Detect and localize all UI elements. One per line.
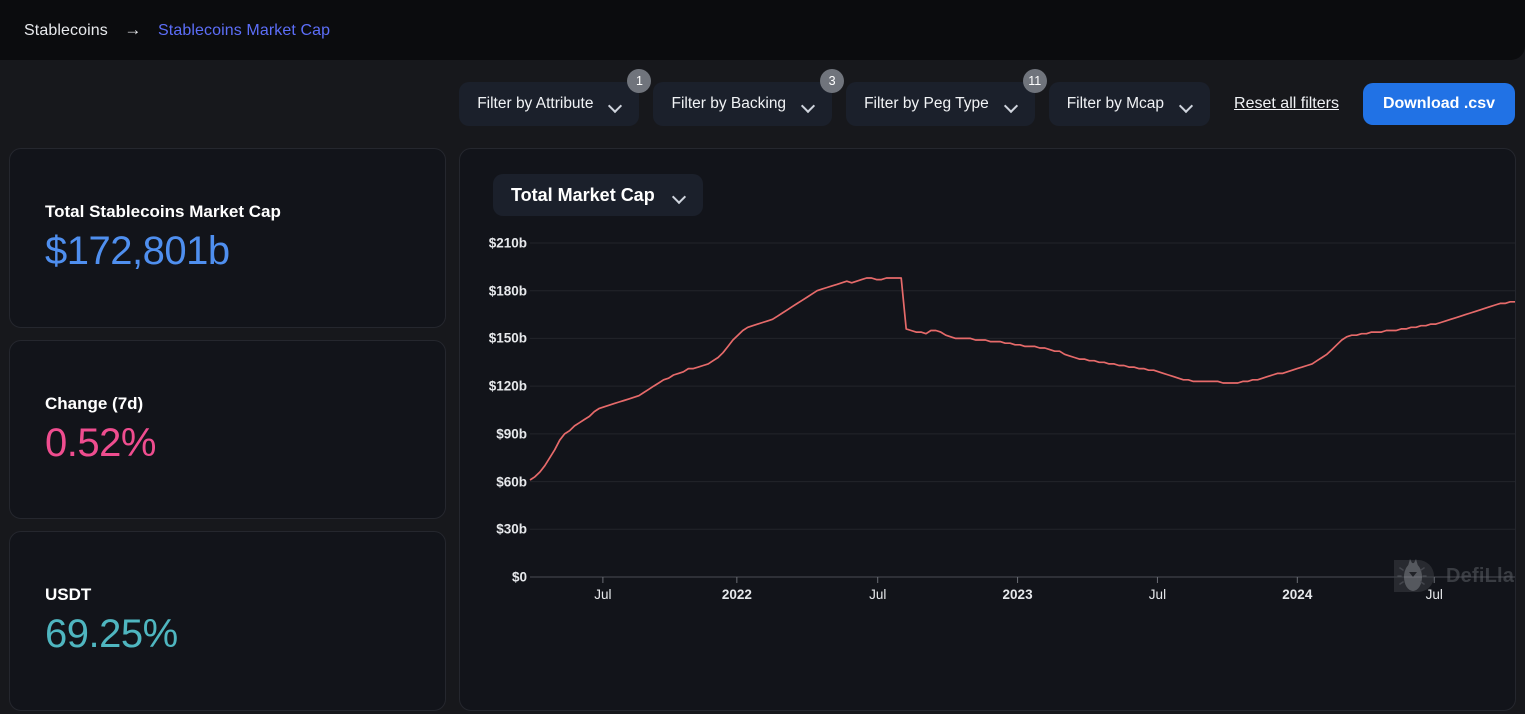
download-csv-button[interactable]: Download .csv [1362, 83, 1515, 125]
chevron-down-icon [1005, 101, 1017, 108]
y-axis-tick-label: $210b [488, 235, 527, 251]
filter-by-peg-type[interactable]: Filter by Peg Type 11 [846, 69, 1047, 126]
x-axis-tick-label: Jul [594, 587, 612, 602]
stat-card-total-market-cap: Total Stablecoins Market Cap $172,801b [9, 148, 446, 328]
filter-by-mcap-label: Filter by Mcap [1066, 95, 1165, 112]
chart-metric-selector[interactable]: Total Market Cap [493, 174, 703, 216]
stat-card-label: Change (7d) [45, 393, 144, 413]
y-axis-tick-labels: $0 $30b $60b $90b $120b $150b $180b $210b [460, 235, 527, 635]
y-axis-tick-label: $0 [511, 569, 527, 585]
chevron-down-icon [802, 101, 814, 108]
stat-card-label: USDT [45, 585, 92, 605]
watermark-label: DefiLlama [1446, 564, 1515, 587]
page-header: Stablecoins → Stablecoins Market Cap [0, 0, 1525, 60]
filter-by-attribute-label: Filter by Attribute [477, 95, 594, 112]
y-axis-tick-label: $120b [488, 378, 527, 394]
filter-by-attribute[interactable]: Filter by Attribute 1 [459, 69, 652, 126]
line-chart[interactable]: $0 $30b $60b $90b $120b $150b $180b $210b Jul 20… [460, 235, 1515, 635]
filter-by-backing-label: Filter by Backing [671, 95, 787, 112]
llama-logo-icon [1394, 559, 1434, 592]
x-axis-tick-label: Jul [1148, 587, 1167, 602]
stat-card-change-7d: Change (7d) 0.52% [9, 339, 446, 520]
breadcrumb-arrow-icon: → [124, 19, 142, 39]
y-axis-tick-label: $180b [488, 283, 527, 299]
x-axis-tick-label: Jul [869, 587, 887, 602]
chevron-down-icon [609, 101, 621, 108]
breadcrumb-current[interactable]: Stablecoins Market Cap [158, 22, 330, 39]
filter-by-mcap[interactable]: Filter by Mcap [1048, 82, 1211, 126]
y-axis-tick-label: $60b [496, 474, 527, 490]
chevron-down-icon [1180, 101, 1192, 108]
filter-toolbar: Filter by Attribute 1 Filter by Backing … [0, 60, 1525, 148]
y-axis-tick-label: $90b [496, 426, 527, 442]
chevron-down-icon [673, 192, 685, 199]
chart-panel: Total Market Cap $0 $30b $60b $90b $120b $150… [459, 148, 1516, 711]
page-body: Total Stablecoins Market Cap $172,801b C… [0, 148, 1525, 712]
y-axis-tick-label: $150b [488, 330, 527, 346]
filter-by-backing-badge: 3 [820, 69, 845, 93]
filter-by-peg-type-label: Filter by Peg Type [864, 95, 989, 112]
stat-card-label: Total Stablecoins Market Cap [45, 201, 281, 221]
breadcrumb-root[interactable]: Stablecoins [24, 22, 108, 39]
x-axis-tick-label: 2024 [1282, 587, 1313, 602]
filter-by-peg-type-badge: 11 [1022, 69, 1047, 93]
x-axis-tick-label: 2023 [1002, 587, 1033, 602]
chart-metric-selector-label: Total Market Cap [511, 184, 655, 205]
stat-card-value: $172,801b [45, 228, 230, 273]
stat-card-value: 0.52% [45, 420, 156, 465]
breadcrumb: Stablecoins → Stablecoins Market Cap [24, 21, 330, 40]
stat-card-value: 69.25% [45, 612, 178, 657]
chart-series-line [529, 277, 1515, 481]
filter-by-attribute-badge: 1 [627, 69, 652, 93]
x-axis-tick-label: 2022 [721, 587, 752, 602]
stat-card-column: Total Stablecoins Market Cap $172,801b C… [9, 148, 446, 712]
filter-by-backing[interactable]: Filter by Backing 3 [653, 69, 845, 126]
defillama-watermark: DefiLlama [1390, 554, 1515, 598]
y-axis-tick-label: $30b [496, 521, 527, 537]
chart-svg [529, 242, 1515, 583]
reset-all-filters-link[interactable]: Reset all filters [1234, 95, 1339, 113]
stat-card-usdt-dominance: USDT 69.25% [9, 531, 446, 712]
